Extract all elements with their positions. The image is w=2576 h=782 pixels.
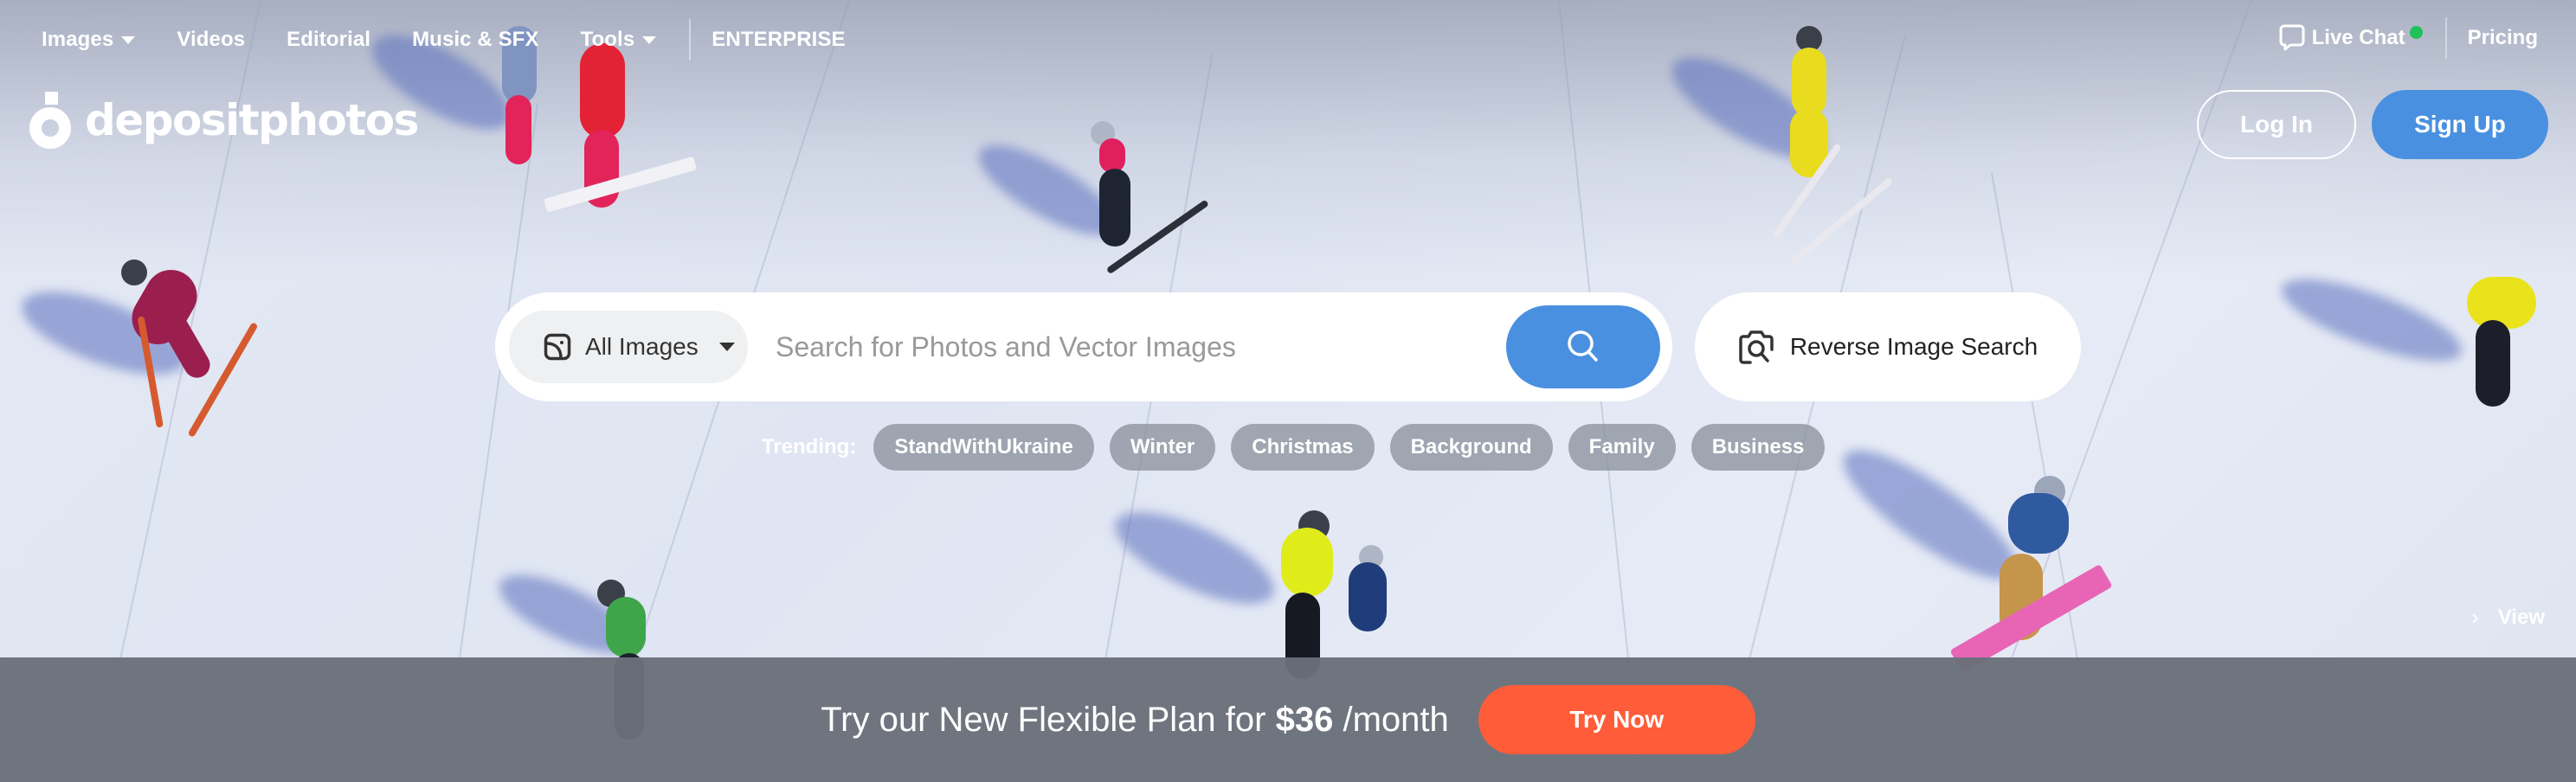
nav-images-label: Images xyxy=(42,28,114,51)
try-now-button[interactable]: Try Now xyxy=(1478,685,1755,754)
nav-divider xyxy=(689,19,692,61)
chat-bubble-icon xyxy=(2279,24,2305,51)
nav-music-sfx-label: Music & SFX xyxy=(412,28,539,51)
image-icon xyxy=(544,333,571,361)
depositphotos-logo[interactable]: depositphotos xyxy=(29,92,419,149)
secondary-nav: Live Chat Pricing xyxy=(2279,17,2538,59)
nav-images[interactable]: Images xyxy=(42,28,136,52)
nav-music-sfx[interactable]: Music & SFX xyxy=(412,28,538,52)
content-type-label: All Images xyxy=(585,333,699,360)
search-bar: All Images xyxy=(495,292,1672,401)
primary-nav: Images Videos Editorial Music & SFX Tool… xyxy=(42,19,887,61)
chevron-down-icon xyxy=(121,35,136,44)
logo-icon xyxy=(29,92,71,149)
nav-editorial[interactable]: Editorial xyxy=(287,28,370,52)
top-navigation: Images Videos Editorial Music & SFX Tool… xyxy=(0,0,2576,67)
nav-pricing[interactable]: Pricing xyxy=(2468,26,2538,50)
nav-tools-label: Tools xyxy=(580,28,635,51)
search-icon xyxy=(1568,330,1598,362)
promo-price: $36 xyxy=(1275,700,1334,739)
chevron-down-icon xyxy=(642,35,657,44)
nav-editorial-label: Editorial xyxy=(287,28,371,51)
nav-divider xyxy=(2444,17,2447,59)
nav-videos-label: Videos xyxy=(177,28,246,51)
chevron-right-icon: › xyxy=(2471,604,2479,630)
promo-banner: Try our New Flexible Plan for $36 /month… xyxy=(0,657,2576,782)
camera-search-icon xyxy=(1739,330,1774,364)
promo-text-after: /month xyxy=(1333,700,1449,739)
reverse-image-search-label: Reverse Image Search xyxy=(1789,333,2038,360)
search-button[interactable] xyxy=(1506,305,1660,388)
reverse-image-search-button[interactable]: Reverse Image Search xyxy=(1695,292,2081,401)
live-chat-button[interactable]: Live Chat xyxy=(2279,24,2425,52)
online-status-dot xyxy=(2409,26,2423,39)
nav-videos[interactable]: Videos xyxy=(177,28,245,52)
trending-tag[interactable]: Business xyxy=(1690,424,1826,471)
auth-buttons: Log In Sign Up xyxy=(2197,90,2548,159)
trending-tag[interactable]: Family xyxy=(1568,424,1676,471)
promo-text-before: Try our New Flexible Plan for xyxy=(821,700,1276,739)
live-chat-label: Live Chat xyxy=(2311,26,2405,49)
signup-button[interactable]: Sign Up xyxy=(2372,90,2548,159)
trending-searches: Trending: StandWithUkraine Winter Christ… xyxy=(762,424,1840,471)
chevron-down-icon xyxy=(718,343,735,351)
trending-tag[interactable]: Background xyxy=(1389,424,1553,471)
nav-tools[interactable]: Tools xyxy=(581,28,657,52)
login-button[interactable]: Log In xyxy=(2197,90,2356,159)
promo-text: Try our New Flexible Plan for $36 /month xyxy=(821,701,1449,740)
logo-text: depositphotos xyxy=(85,95,419,145)
view-link-label: View xyxy=(2497,605,2545,629)
search-input[interactable] xyxy=(748,311,1506,383)
content-type-dropdown[interactable]: All Images xyxy=(509,311,748,383)
nav-enterprise[interactable]: ENTERPRISE xyxy=(712,28,845,52)
trending-tag[interactable]: Christmas xyxy=(1231,424,1375,471)
nav-enterprise-label: ENTERPRISE xyxy=(712,28,846,51)
view-image-link[interactable]: › View xyxy=(2471,604,2545,631)
trending-tag[interactable]: Winter xyxy=(1109,424,1216,471)
trending-label: Trending: xyxy=(762,435,857,458)
trending-tag[interactable]: StandWithUkraine xyxy=(873,424,1094,471)
